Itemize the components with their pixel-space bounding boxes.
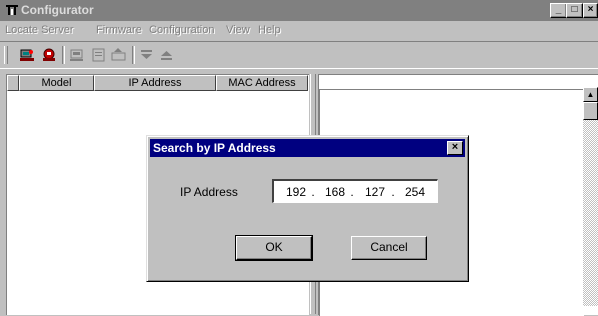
- vertical-scrollbar[interactable]: ▲: [583, 87, 598, 306]
- ip-octet-3[interactable]: 127: [355, 185, 385, 199]
- dialog-close-button[interactable]: ×: [447, 141, 463, 155]
- window-title: Configurator: [21, 3, 94, 17]
- menu-help[interactable]: Help: [258, 24, 281, 36]
- column-header-blank[interactable]: [7, 75, 19, 91]
- column-header-model[interactable]: Model: [19, 75, 94, 91]
- ip-octet-2[interactable]: 168: [315, 185, 345, 199]
- stop-icon[interactable]: [40, 47, 58, 63]
- scroll-up-button[interactable]: ▲: [583, 87, 598, 102]
- maximize-button[interactable]: □: [566, 3, 583, 18]
- search-by-ip-dialog: Search by IP Address × IP Address 192 . …: [146, 135, 469, 282]
- menu-bar: Locate Server Firmware Configuration Vie…: [0, 21, 598, 39]
- ip-octet-1[interactable]: 192: [276, 185, 306, 199]
- properties-icon[interactable]: [90, 47, 108, 63]
- menu-locate-server[interactable]: Locate Server: [5, 24, 73, 36]
- column-header-ip-address[interactable]: IP Address: [94, 75, 216, 91]
- firmware-icon[interactable]: [110, 47, 128, 63]
- ip-octet-4[interactable]: 254: [395, 185, 425, 199]
- toolbar-separator: [62, 46, 65, 64]
- configurator-window: Configurator _ □ × Locate Server Firmwar…: [0, 0, 598, 316]
- toolbar-separator: [132, 46, 135, 64]
- ip-address-field[interactable]: 192 . 168 . 127 . 254: [272, 179, 438, 203]
- menu-firmware[interactable]: Firmware: [96, 24, 142, 36]
- menu-view[interactable]: View: [226, 24, 250, 36]
- menu-configuration[interactable]: Configuration: [149, 24, 214, 36]
- toolbar: [0, 41, 598, 69]
- toolbar-grip[interactable]: [4, 46, 8, 64]
- cancel-button[interactable]: Cancel: [351, 236, 427, 260]
- title-bar[interactable]: Configurator _ □ ×: [0, 0, 598, 21]
- scroll-thumb[interactable]: [583, 102, 598, 120]
- locate-server-icon[interactable]: [18, 47, 36, 63]
- minimize-button[interactable]: _: [550, 3, 567, 18]
- eject-icon[interactable]: [158, 47, 176, 63]
- column-header-mac-address[interactable]: MAC Address: [216, 75, 308, 91]
- app-icon: [5, 3, 19, 17]
- dialog-title-bar[interactable]: Search by IP Address ×: [150, 139, 465, 157]
- close-button[interactable]: ×: [583, 3, 598, 18]
- ok-button[interactable]: OK: [235, 235, 313, 261]
- down-icon[interactable]: [138, 47, 156, 63]
- dialog-title: Search by IP Address: [153, 141, 276, 155]
- ip-address-label: IP Address: [180, 185, 238, 199]
- server-config-icon[interactable]: [68, 47, 86, 63]
